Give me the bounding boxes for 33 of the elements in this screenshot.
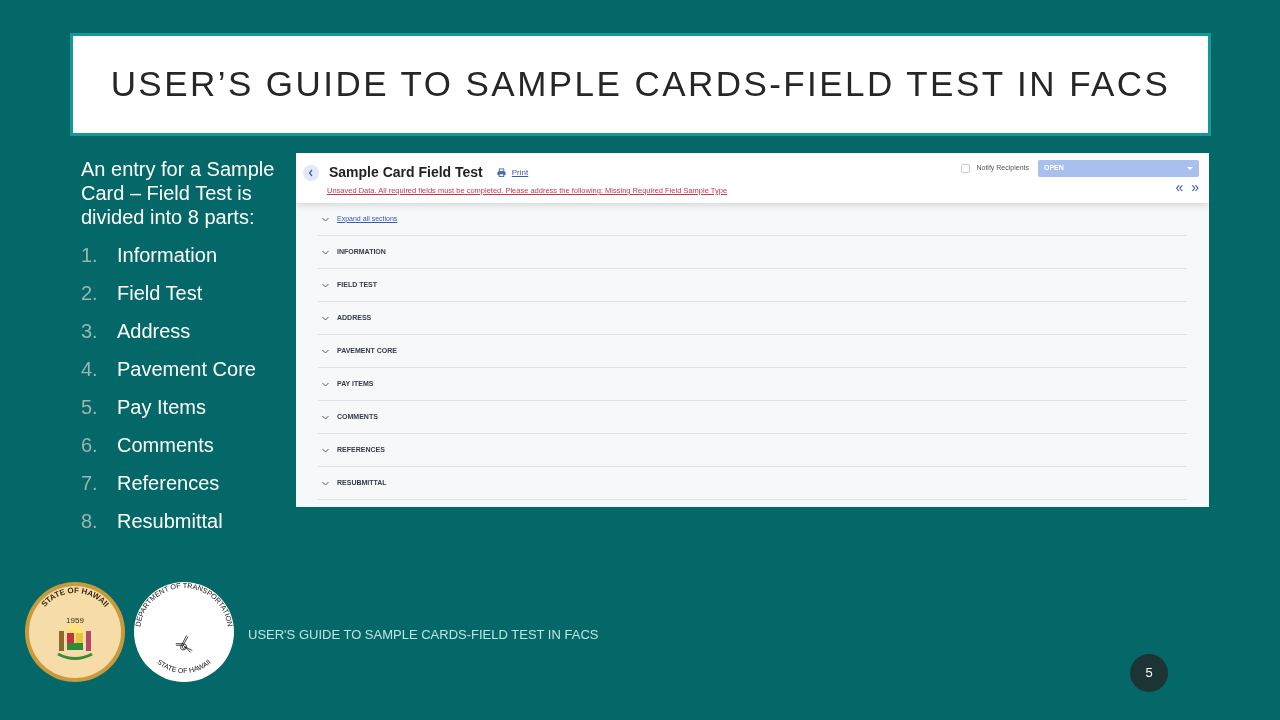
list-number: 3. <box>81 319 99 343</box>
intro-text: An entry for a Sample Card – Field Test is divided into 8 parts: <box>81 157 276 229</box>
page-title: Sample Card Field Test <box>329 163 483 182</box>
list-number: 1. <box>81 243 99 267</box>
list-number: 7. <box>81 471 99 495</box>
caret-icon <box>1187 166 1193 171</box>
list-item-text: Pavement Core <box>117 357 256 381</box>
page-number: 5 <box>1130 654 1168 692</box>
list-item-text: Address <box>117 319 191 343</box>
chevron-down-icon <box>322 216 329 222</box>
footer-text: USER'S GUIDE TO SAMPLE CARDS-FIELD TEST IN FACS <box>248 626 599 644</box>
list-item-text: Field Test <box>117 281 203 305</box>
list-item-text: Resubmittal <box>117 509 223 533</box>
list-number: 8. <box>81 509 99 533</box>
back-button[interactable] <box>303 164 319 181</box>
printer-icon <box>496 168 506 177</box>
back-icon <box>307 168 315 177</box>
list-item-text: Information <box>117 243 218 267</box>
seal-year: 1959 <box>66 616 84 625</box>
list-number: 2. <box>81 281 99 305</box>
list-item-text: References <box>117 471 220 495</box>
notify-checkbox[interactable] <box>961 164 971 173</box>
print-link[interactable]: Print <box>511 166 529 179</box>
next-button[interactable]: » <box>1191 181 1199 193</box>
list-number: 5. <box>81 395 99 419</box>
road-emblem-drawing <box>175 635 193 653</box>
list-item-text: Pay Items <box>117 395 206 419</box>
list-number: 6. <box>81 433 99 457</box>
list-item-text: Comments <box>117 433 214 457</box>
list-number: 4. <box>81 357 99 381</box>
coat-of-arms-drawing <box>57 624 93 660</box>
previous-button[interactable]: « <box>1175 181 1184 193</box>
slide-title: USER’S GUIDE TO SAMPLE CARDS-FIELD TEST IN FACS <box>110 63 1171 106</box>
